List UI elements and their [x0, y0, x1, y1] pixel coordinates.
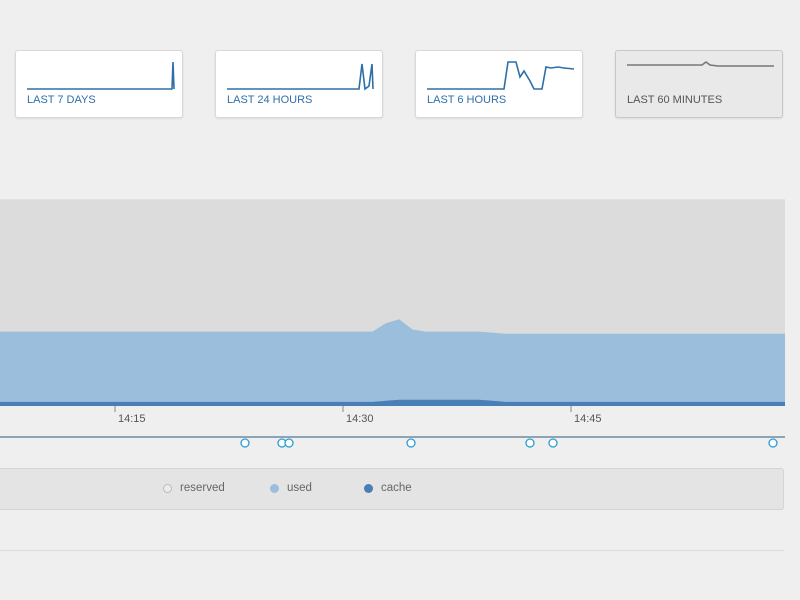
range-card-last-6-hours[interactable]: LAST 6 HOURS [415, 50, 583, 118]
legend-item-reserved[interactable]: reserved [163, 482, 225, 494]
range-card-last-24-hours[interactable]: LAST 24 HOURS [215, 50, 383, 118]
range-card-label: LAST 60 MINUTES [627, 94, 723, 106]
x-tick-label: 14:15 [118, 413, 146, 425]
event-marker[interactable] [548, 438, 558, 448]
legend-label: used [287, 482, 312, 494]
range-card-label: LAST 24 HOURS [227, 94, 313, 106]
range-card-last-60-minutes[interactable]: LAST 60 MINUTES [615, 50, 783, 118]
divider [0, 550, 784, 551]
circle-icon [364, 483, 373, 493]
x-tick-label: 14:45 [574, 413, 602, 425]
memory-usage-chart: 14:15 14:30 14:45 [0, 199, 785, 448]
legend-label: reserved [180, 482, 225, 494]
event-marker[interactable] [768, 438, 778, 448]
circle-icon [163, 483, 172, 493]
circle-icon [270, 483, 279, 493]
event-marker[interactable] [525, 438, 535, 448]
range-card-last-7-days[interactable]: LAST 7 DAYS [15, 50, 183, 118]
x-axis: 14:15 14:30 14:45 [114, 406, 602, 425]
event-timeline [0, 436, 785, 448]
legend-label: cache [381, 482, 412, 494]
x-tick-label: 14:30 [346, 413, 374, 425]
sparkline-last-6-hours [427, 61, 575, 90]
event-marker[interactable] [284, 438, 294, 448]
sparkline-last-60-minutes [627, 61, 774, 67]
event-marker[interactable] [240, 438, 250, 448]
chart-areas [0, 199, 785, 406]
range-card-label: LAST 6 HOURS [427, 94, 507, 106]
legend-item-cache[interactable]: cache [364, 482, 412, 494]
sparkline-last-24-hours [227, 63, 374, 91]
range-card-label: LAST 7 DAYS [27, 94, 96, 106]
legend-item-used[interactable]: used [270, 482, 312, 494]
event-marker[interactable] [406, 438, 416, 448]
sparkline-last-7-days [27, 61, 175, 90]
chart-legend: reserved used cache [0, 468, 784, 510]
